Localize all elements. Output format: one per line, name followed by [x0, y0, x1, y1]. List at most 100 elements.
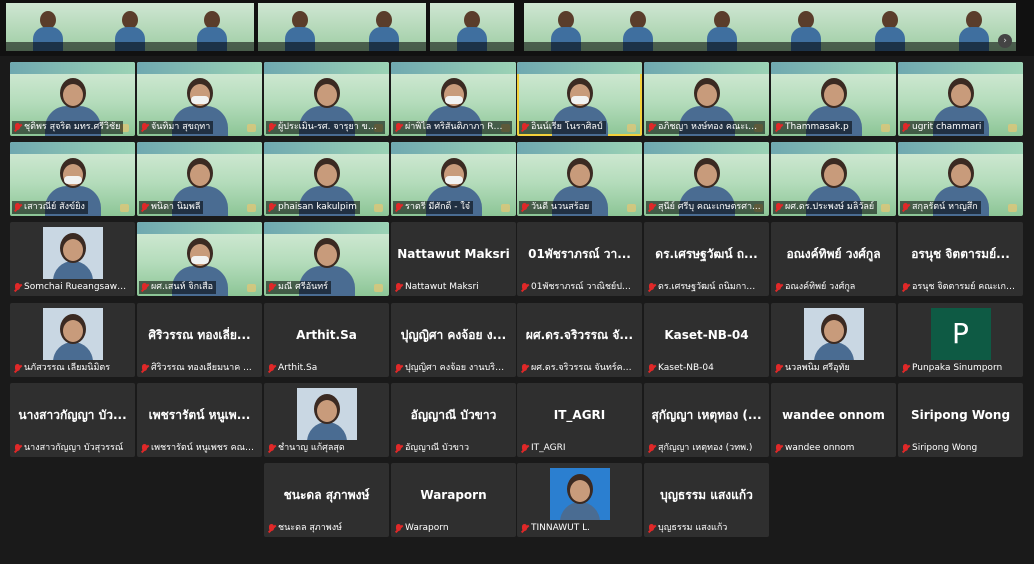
- participant-tile[interactable]: ผ่าพิไล ทริสันติภาภา RUTS: [391, 62, 516, 136]
- participant-tile[interactable]: ชนะดล สุภาพงษ์ ชนะดล สุภาพงษ์: [264, 463, 389, 537]
- participant-tile[interactable]: Nattawut Maksri Nattawut Maksri: [391, 222, 516, 296]
- participant-name: วันดี นวนสร้อย: [531, 202, 590, 212]
- participant-tile[interactable]: นวลพนิม ศรีอุทัย: [771, 303, 896, 377]
- mic-off-icon: [268, 283, 275, 292]
- participant-filmstrip: ›: [0, 0, 1034, 56]
- filmstrip-thumbnail[interactable]: [342, 3, 426, 51]
- participant-tile[interactable]: จันทิมา สุขฤทา: [137, 62, 262, 136]
- participant-name: ราตรี มีศักดิ์ - ใจ๋: [405, 202, 471, 212]
- reaction-icon: [374, 284, 383, 292]
- participant-tile[interactable]: มณี ศรีอันทร์: [264, 222, 389, 296]
- filmstrip-name: [764, 42, 848, 51]
- participant-tile[interactable]: phaisan kakulpim: [264, 142, 389, 216]
- participant-tile[interactable]: วันดี นวนสร้อย: [517, 142, 642, 216]
- virtual-background: [644, 62, 769, 74]
- participant-tile[interactable]: 01พัชราภรณ์ วา... 01พัชราภรณ์ วาณิชย์ปก..…: [517, 222, 642, 296]
- chevron-right-icon[interactable]: ›: [998, 34, 1012, 48]
- participant-tile[interactable]: เพชรารัตน์ หนูเพ... เพชรารัตน์ หนูเพชร คณ…: [137, 383, 262, 457]
- participant-tile[interactable]: อินน์เรีย โนราศิลป์: [517, 62, 642, 136]
- participant-tile[interactable]: Kaset-NB-04 Kaset-NB-04: [644, 303, 769, 377]
- filmstrip-thumbnail[interactable]: [764, 3, 848, 51]
- participant-tile[interactable]: บุญธรรม แสงแก้ว บุญธรรม แสงแก้ว: [644, 463, 769, 537]
- participant-tile[interactable]: อรนุช จิตตารมย์... อรนุช จิตตารมย์ คณะเกษ…: [898, 222, 1023, 296]
- filmstrip-thumbnail[interactable]: [170, 3, 254, 51]
- participant-tile[interactable]: เสาวณีย์ สังข์ยิ่ง: [10, 142, 135, 216]
- filmstrip-thumbnail[interactable]: [430, 3, 514, 51]
- participant-nametag: TINNAWUT L.: [519, 522, 593, 535]
- participant-tile[interactable]: TINNAWUT L.: [517, 463, 642, 537]
- virtual-background: [391, 142, 516, 154]
- participant-name: สุนีย์ ศรีบุ คณะเกษตรศา...: [658, 202, 761, 212]
- participant-tile[interactable]: ราตรี มีศักดิ์ - ใจ๋: [391, 142, 516, 216]
- participant-tile[interactable]: Thammasak.p: [771, 62, 896, 136]
- participant-face: [316, 84, 337, 106]
- filmstrip-thumbnail[interactable]: [596, 3, 680, 51]
- participant-tile[interactable]: P Punpaka Sinumporn: [898, 303, 1023, 377]
- participant-tile[interactable]: Siripong Wong Siripong Wong: [898, 383, 1023, 457]
- virtual-background: [517, 142, 642, 154]
- filmstrip-thumbnail[interactable]: [88, 3, 172, 51]
- participant-tile[interactable]: นภัสวรรณ เลียมนิมิตร: [10, 303, 135, 377]
- participant-tile[interactable]: อัญญาณี บัวขาว อัญญาณี บัวขาว: [391, 383, 516, 457]
- participant-tile[interactable]: ศิริวรรณ ทองเลี่ย... ศิริวรรณ ทองเลี่ยมนา…: [137, 303, 262, 377]
- participant-name: อรนุช จิตตารมย์ คณะเกษ...: [912, 282, 1016, 292]
- participant-nametag: สุกัญญา เหตุทอง (วทพ.): [646, 442, 755, 455]
- participant-tile[interactable]: ปุญญิศา คงจ้อย ง... ปุญญิศา คงจ้อย งานบริ…: [391, 303, 516, 377]
- participant-tile[interactable]: พนิดา นิ่มพลี: [137, 142, 262, 216]
- participant-name: phaisan kakulpim: [278, 202, 357, 212]
- participant-tile[interactable]: สุกัญญา เหตุทอง (... สุกัญญา เหตุทอง (วทพ…: [644, 383, 769, 457]
- participant-name: อัญญาณี บัวขาว: [405, 443, 470, 453]
- reaction-icon: [247, 124, 256, 132]
- participant-tile[interactable]: นางสาวกัญญา บัว... นางสาวกัญญา บัวสุวรรณ์: [10, 383, 135, 457]
- participant-tile[interactable]: อภิชญา หงษ์ทอง คณะเก...: [644, 62, 769, 136]
- reaction-icon: [1008, 204, 1017, 212]
- filmstrip-thumbnail[interactable]: [848, 3, 932, 51]
- mic-off-icon: [902, 203, 909, 212]
- participant-name: Arthit.Sa: [278, 363, 318, 373]
- participant-nametag: Kaset-NB-04: [646, 362, 717, 375]
- participant-tile[interactable]: wandee onnom wandee onnom: [771, 383, 896, 457]
- profile-photo: [42, 227, 103, 279]
- participant-name: ผศ.ดร.ประพงษ์ มลิวัลย์: [785, 202, 875, 212]
- reaction-icon: [374, 204, 383, 212]
- mic-off-icon: [14, 203, 21, 212]
- participant-tile[interactable]: ผศ.ดร.จริวรรณ จั... ผศ.ดร.จริวรรณ จันทร์ค…: [517, 303, 642, 377]
- participant-nametag: ผศ.ดร.จริวรรณ จันทร์คง ...: [519, 362, 638, 375]
- participant-tile[interactable]: ชำนาญ แก้ศุลสุด: [264, 383, 389, 457]
- participant-display-name: 01พัชราภรณ์ วา...: [528, 247, 631, 261]
- participant-face: [950, 84, 971, 106]
- participant-body: [52, 342, 93, 360]
- participant-tile[interactable]: ผศ.ดร.ประพงษ์ มลิวัลย์: [771, 142, 896, 216]
- participant-nametag: พนิดา นิ่มพลี: [139, 201, 204, 214]
- participant-tile[interactable]: IT_AGRI IT_AGRI: [517, 383, 642, 457]
- filmstrip-thumbnail[interactable]: [258, 3, 342, 51]
- participant-nametag: นวลพนิม ศรีอุทัย: [773, 362, 853, 375]
- virtual-background: [771, 142, 896, 154]
- participant-tile[interactable]: ผู้ประเมิน-รศ. จารุยา ขอพลอ...: [264, 62, 389, 136]
- participant-name: Kaset-NB-04: [658, 363, 714, 373]
- participant-tile[interactable]: ดร.เศรษฐวัฒน์ ถ... ดร.เศรษฐวัฒน์ ถนิมกาญ.…: [644, 222, 769, 296]
- participant-nametag: ราตรี มีศักดิ์ - ใจ๋: [393, 201, 474, 214]
- participant-tile[interactable]: ชุติพร สุจริต มทร.ศรีวิชัย: [10, 62, 135, 136]
- filmstrip-thumbnail[interactable]: [6, 3, 90, 51]
- participant-tile[interactable]: Somchai Rueangsawa...: [10, 222, 135, 296]
- participant-tile[interactable]: Waraporn Waraporn: [391, 463, 516, 537]
- participant-name: wandee onnom: [785, 443, 855, 453]
- filmstrip-thumbnail[interactable]: [680, 3, 764, 51]
- participant-tile[interactable]: อณงค์ทิพย์ วงศ์กูล อณงค์ทิพย์ วงศ์กูล: [771, 222, 896, 296]
- participant-display-name: บุญธรรม แสงแก้ว: [660, 488, 753, 502]
- participant-nametag: Arthit.Sa: [266, 362, 320, 375]
- participant-face: [62, 84, 83, 106]
- participant-name: ผศ.ดร.จริวรรณ จันทร์คง ...: [531, 363, 635, 373]
- participant-tile[interactable]: Arthit.Sa Arthit.Sa: [264, 303, 389, 377]
- mic-off-icon: [14, 444, 21, 453]
- participant-name: Waraporn: [405, 523, 449, 533]
- participant-tile[interactable]: ผศ.เสนห์ จิกเสือ: [137, 222, 262, 296]
- mic-off-icon: [395, 524, 402, 533]
- participant-tile[interactable]: สุนีย์ ศรีบุ คณะเกษตรศา...: [644, 142, 769, 216]
- participant-name: IT_AGRI: [531, 443, 566, 453]
- virtual-background: [264, 62, 389, 74]
- participant-display-name: ผศ.ดร.จริวรรณ จั...: [525, 328, 634, 342]
- participant-tile[interactable]: สกุลรัตน์ หาญสึก: [898, 142, 1023, 216]
- participant-tile[interactable]: ugrit chammari: [898, 62, 1023, 136]
